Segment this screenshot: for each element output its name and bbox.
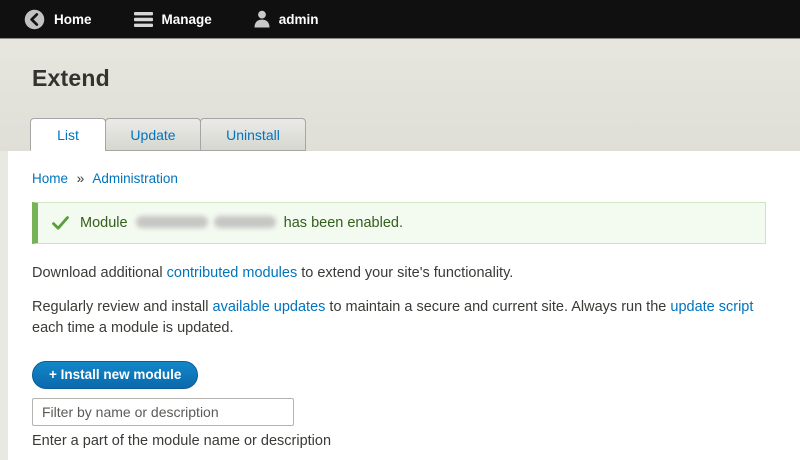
checkmark-icon	[52, 216, 69, 230]
update-script-link[interactable]: update script	[670, 299, 753, 315]
toolbar-item-manage[interactable]: Manage	[120, 0, 226, 38]
intro-paragraph: Download additional contributed modules …	[32, 263, 766, 284]
primary-tabs: List Update Uninstall	[30, 118, 305, 151]
breadcrumb: Home » Administration	[32, 171, 766, 186]
redacted-module-name	[214, 216, 276, 228]
breadcrumb-separator: »	[77, 171, 85, 186]
toolbar-item-label: Manage	[162, 12, 212, 27]
toolbar-item-home[interactable]: Home	[10, 0, 106, 38]
page-header: Extend List Update Uninstall	[0, 39, 800, 151]
module-filter-input[interactable]	[32, 398, 294, 426]
toolbar-item-label: Home	[54, 12, 92, 27]
filter-row	[32, 398, 766, 426]
status-message: Module has been enabled.	[32, 202, 766, 244]
contributed-modules-link[interactable]: contributed modules	[167, 265, 298, 281]
filter-description: Enter a part of the module name or descr…	[32, 433, 766, 449]
toolbar-item-admin[interactable]: admin	[240, 0, 333, 38]
paragraph-text: each time a module is updated.	[32, 320, 234, 336]
tab-update[interactable]: Update	[105, 118, 201, 151]
status-message-prefix: Module	[80, 215, 128, 231]
breadcrumb-link-home[interactable]: Home	[32, 171, 68, 186]
updates-paragraph: Regularly review and install available u…	[32, 297, 766, 339]
page-title: Extend	[0, 39, 800, 92]
breadcrumb-link-administration[interactable]: Administration	[92, 171, 178, 186]
main-content: Home » Administration Module has been en…	[0, 151, 800, 449]
user-icon	[254, 10, 270, 28]
install-new-module-button[interactable]: + Install new module	[32, 361, 198, 389]
available-updates-link[interactable]: available updates	[213, 299, 326, 315]
status-message-suffix: has been enabled.	[284, 215, 403, 231]
hamburger-icon	[134, 12, 153, 27]
tab-uninstall[interactable]: Uninstall	[200, 118, 306, 151]
back-arrow-icon	[24, 9, 45, 30]
tab-list[interactable]: List	[30, 118, 106, 151]
paragraph-text: Download additional	[32, 265, 167, 281]
redacted-module-name	[136, 216, 208, 228]
status-message-text: Module has been enabled.	[80, 215, 403, 231]
toolbar-item-label: admin	[279, 12, 319, 27]
paragraph-text: to extend your site's functionality.	[297, 265, 513, 281]
paragraph-text: Regularly review and install	[32, 299, 213, 315]
admin-toolbar: Home Manage admin	[0, 0, 800, 39]
paragraph-text: to maintain a secure and current site. A…	[325, 299, 670, 315]
